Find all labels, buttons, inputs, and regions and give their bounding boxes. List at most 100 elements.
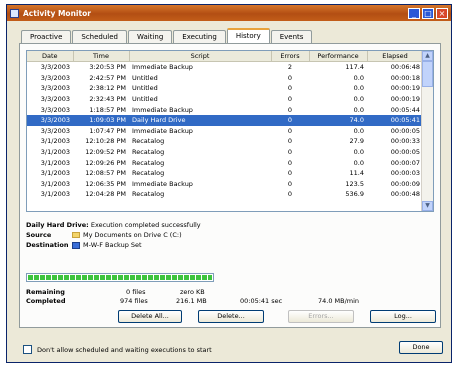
cell-date: 3/3/2003: [40, 84, 70, 93]
cell-time: 3:20:53 PM: [89, 63, 126, 72]
cell-performance: 0.0: [353, 148, 364, 157]
folder-icon: [72, 232, 80, 238]
cell-errors: 0: [287, 73, 293, 82]
cell-performance: 0.0: [353, 105, 364, 114]
cell-date: 3/3/2003: [40, 95, 70, 104]
scroll-up-arrow-icon[interactable]: ▲: [422, 51, 433, 61]
cell-performance: 74.0: [309, 114, 367, 126]
summary-label: Daily Hard Drive:: [26, 221, 89, 229]
transfer-rate: 74.0 MB/min: [318, 297, 360, 305]
cell-date: 3/1/2003: [40, 158, 70, 167]
table-row[interactable]: 3/3/2003 3:20:53 PM Immediate Backup 2 117.4…: [27, 62, 423, 73]
destination-label: Destination: [26, 241, 69, 249]
cell-elapsed: 00:00:48: [390, 190, 420, 199]
remaining-files: 0 files: [126, 288, 146, 296]
cell-date: 3/3/2003: [40, 63, 70, 72]
cell-date: 3/3/2003: [40, 73, 70, 82]
table-row[interactable]: 3/1/2003 12:09:52 PM Recatalog 0 0.0 00:00:05: [27, 147, 423, 158]
minimize-button[interactable]: _: [408, 7, 420, 19]
completed-label: Completed: [26, 297, 66, 305]
cell-errors: 0: [287, 148, 293, 157]
column-header-errors[interactable]: Errors: [271, 51, 310, 62]
execution-details: Daily Hard Drive: Execution completed su…: [26, 220, 436, 250]
cell-errors: 0: [287, 158, 293, 167]
cell-time: 1:18:57 PM: [89, 105, 126, 114]
remaining-size: zero KB: [180, 288, 205, 296]
table-row[interactable]: 3/3/2003 2:42:57 PM Untitled 0 0.0 00:00:18: [27, 73, 423, 84]
block-executions-option[interactable]: Don't allow scheduled and waiting execut…: [23, 345, 212, 354]
column-header-elapsed[interactable]: Elapsed: [367, 51, 424, 62]
history-panel: Date Time Script Errors Performance Elap…: [19, 43, 441, 328]
close-button[interactable]: ×: [436, 7, 448, 19]
summary-text: Execution completed successfully: [90, 221, 201, 229]
cell-elapsed: 00:06:48: [390, 63, 420, 72]
cell-date: 3/1/2003: [40, 137, 70, 146]
cell-elapsed: 00:00:09: [390, 179, 420, 188]
cell-date: 3/3/2003: [27, 114, 73, 126]
maximize-button[interactable]: □: [422, 7, 434, 19]
vertical-scrollbar[interactable]: ▲ ▼: [421, 51, 433, 211]
tab-proactive[interactable]: Proactive: [21, 30, 72, 43]
source-label: Source: [26, 231, 52, 239]
errors-button[interactable]: Errors...: [288, 310, 354, 323]
cell-script: Untitled: [132, 84, 158, 93]
tab-waiting[interactable]: Waiting: [128, 30, 173, 43]
cell-date: 3/3/2003: [40, 105, 70, 114]
table-row[interactable]: 3/1/2003 12:10:28 PM Recatalog 0 27.9 00:00:3…: [27, 136, 423, 147]
cell-script: Immediate Backup: [132, 63, 193, 72]
cell-elapsed: 00:05:44: [390, 105, 420, 114]
completed-files: 974 files: [120, 297, 148, 305]
done-button[interactable]: Done: [399, 341, 443, 354]
column-header-date[interactable]: Date: [27, 51, 74, 62]
column-header-script[interactable]: Script: [129, 51, 272, 62]
table-row[interactable]: 3/1/2003 12:06:35 PM Immediate Backup 0 123.…: [27, 179, 423, 190]
window-title: Activity Monitor: [23, 8, 91, 18]
backup-set-icon: [72, 241, 80, 249]
tab-executing[interactable]: Executing: [173, 30, 226, 43]
block-executions-label: Don't allow scheduled and waiting execut…: [37, 345, 212, 354]
tab-history[interactable]: History: [226, 28, 270, 43]
cell-time: 1:07:47 PM: [89, 126, 126, 135]
cell-elapsed: 00:00:19: [390, 95, 420, 104]
cell-time: 12:09:52 PM: [85, 148, 126, 157]
cell-time: 12:09:26 PM: [85, 158, 126, 167]
title-bar[interactable]: Activity Monitor _ □ ×: [7, 5, 451, 21]
elapsed-time: 00:05:41 sec: [240, 297, 283, 305]
cell-performance: 117.4: [345, 63, 364, 72]
cell-time: 12:06:35 PM: [85, 179, 126, 188]
cell-time: 1:09:03 PM: [73, 114, 129, 126]
cell-script: Immediate Backup: [132, 105, 193, 114]
table-row[interactable]: 3/3/2003 1:18:57 PM Immediate Backup 0 0.0 00…: [27, 104, 423, 115]
delete-all-button[interactable]: Delete All...: [118, 310, 182, 323]
cell-script: Recatalog: [132, 169, 165, 178]
table-row[interactable]: 3/3/2003 2:32:43 PM Untitled 0 0.0 00:00:19: [27, 94, 423, 105]
cell-date: 3/1/2003: [40, 179, 70, 188]
table-row[interactable]: 3/1/2003 12:09:26 PM Recatalog 0 0.0 00:00:07: [27, 157, 423, 168]
log-button[interactable]: Log...: [370, 310, 436, 323]
cell-script: Recatalog: [132, 158, 165, 167]
cell-errors: 0: [287, 179, 293, 188]
source-value: My Documents on Drive C (C:): [83, 231, 182, 239]
table-row[interactable]: 3/1/2003 12:08:57 PM Recatalog 0 11.4 00:00:0…: [27, 168, 423, 179]
cell-time: 2:42:57 PM: [89, 73, 126, 82]
table-row[interactable]: 3/1/2003 12:04:28 PM Recatalog 0 536.9 00:00:…: [27, 189, 423, 200]
cell-time: 2:38:12 PM: [89, 84, 126, 93]
tab-strip: Proactive Scheduled Waiting Executing Hi…: [21, 28, 313, 43]
history-table[interactable]: Date Time Script Errors Performance Elap…: [26, 50, 434, 212]
cell-performance: 536.9: [345, 190, 364, 199]
column-header-time[interactable]: Time: [73, 51, 130, 62]
tab-scheduled[interactable]: Scheduled: [72, 30, 128, 43]
table-row[interactable]: 3/3/2003 2:38:12 PM Untitled 0 0.0 00:00:19: [27, 83, 423, 94]
app-icon: [10, 8, 19, 18]
cell-elapsed: 00:00:05: [390, 148, 420, 157]
delete-button[interactable]: Delete...: [198, 310, 264, 323]
table-row-selected[interactable]: 3/3/2003 1:09:03 PM Daily Hard Drive 0 74.0 0…: [27, 114, 423, 126]
tab-events[interactable]: Events: [270, 30, 313, 43]
column-header-performance[interactable]: Performance: [309, 51, 368, 62]
cell-errors: 0: [287, 95, 293, 104]
block-executions-checkbox[interactable]: [23, 345, 32, 354]
table-row[interactable]: 3/3/2003 1:07:47 PM Immediate Backup 0 0.0 00…: [27, 126, 423, 137]
scroll-thumb[interactable]: [422, 61, 433, 87]
cell-errors: 2: [287, 63, 293, 72]
scroll-down-arrow-icon[interactable]: ▼: [422, 201, 433, 211]
